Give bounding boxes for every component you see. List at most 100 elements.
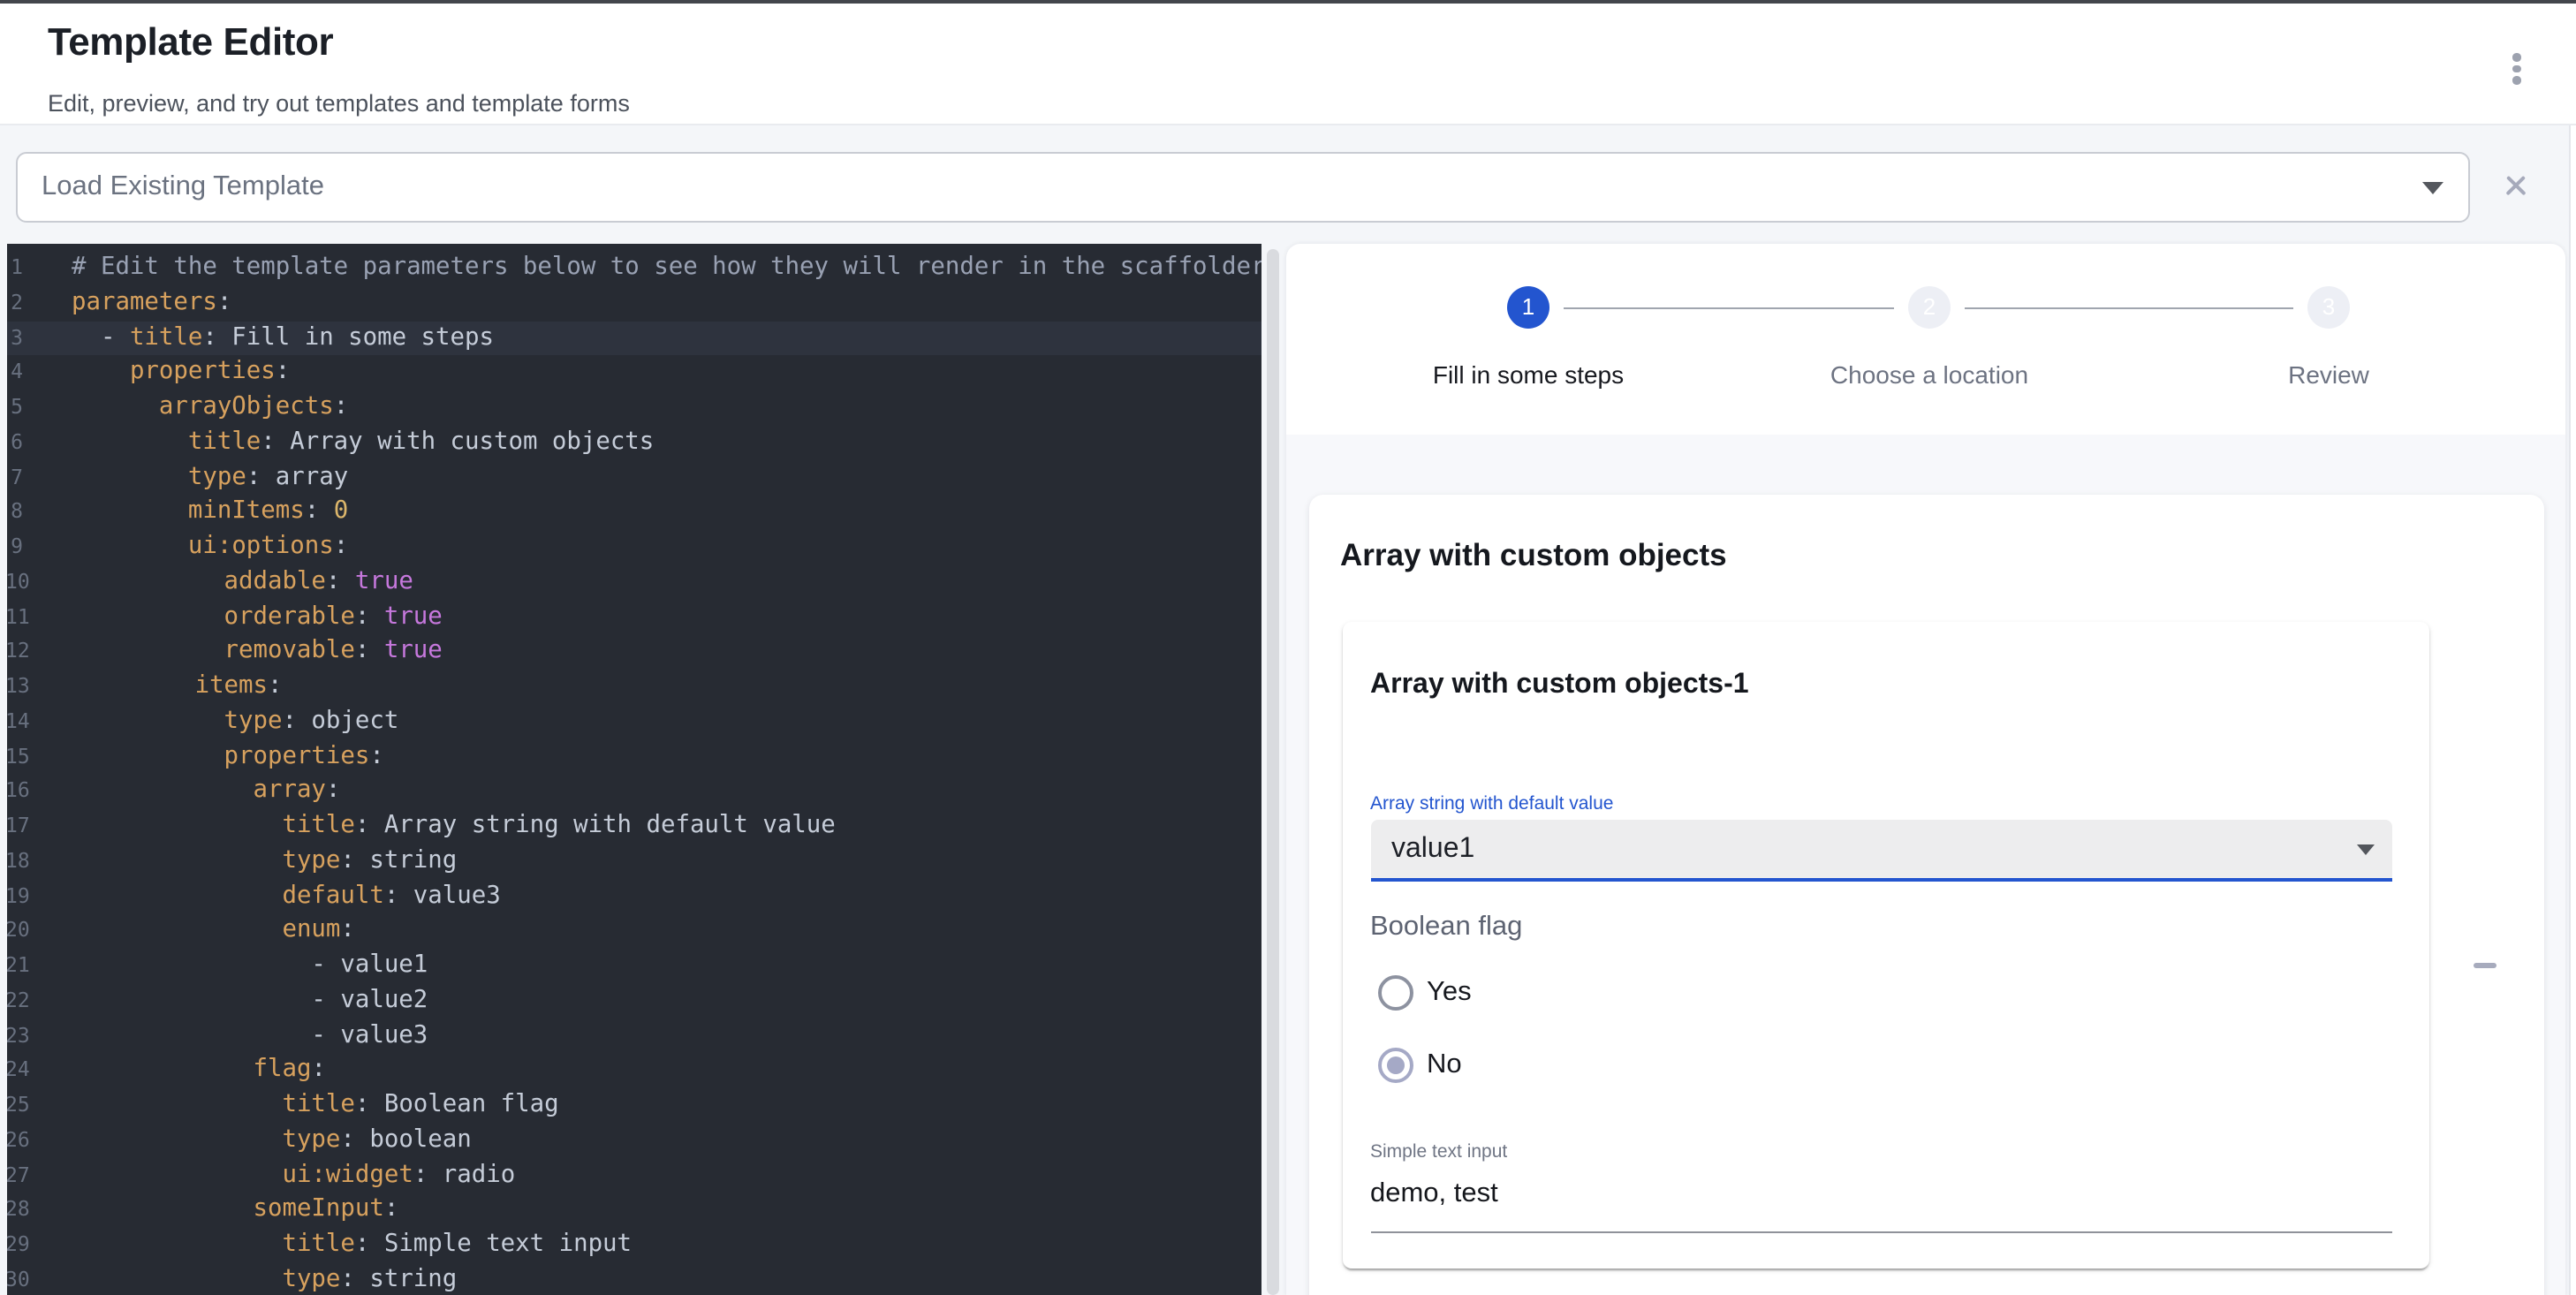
line-number: 16 (7, 775, 30, 810)
code-line: 8 minItems: 0 (7, 496, 1261, 531)
code-line: 10 addable: true (7, 565, 1261, 601)
line-number: 18 (7, 844, 30, 880)
code-line: 30 type: string (7, 1263, 1261, 1295)
line-number: 21 (7, 949, 30, 984)
line-number: 5 (7, 390, 23, 426)
text-input-field[interactable]: demo, test (1370, 1178, 1498, 1210)
line-number: 27 (7, 1158, 30, 1193)
line-number: 15 (7, 739, 30, 775)
code-line: 26 type: boolean (7, 1124, 1261, 1159)
code-line: 28 someInput: (7, 1193, 1261, 1229)
radio-label: Yes (1427, 977, 1472, 1009)
array-item-title: Array with custom objects-1 (1370, 670, 1749, 701)
array-section-title: Array with custom objects (1340, 536, 1727, 573)
code-line: 6 title: Array with custom objects (7, 426, 1261, 461)
radio-option-yes[interactable]: Yes (1377, 972, 1472, 1014)
step-circle: 1 (1507, 286, 1549, 329)
text-input-underline (1370, 1231, 2391, 1232)
template-editor-page: Template Editor Edit, preview, and try o… (0, 0, 2576, 1295)
load-template-placeholder: Load Existing Template (42, 153, 324, 220)
code-line: 21 - value1 (7, 949, 1261, 984)
code-line: 14 type: object (7, 705, 1261, 740)
step-circle: 2 (1908, 286, 1951, 329)
line-number: 17 (7, 809, 30, 844)
radio-option-no[interactable]: No (1377, 1044, 1462, 1087)
code-line: 27 ui:widget: radio (7, 1158, 1261, 1193)
stepper-step-3: 3 Review (2152, 286, 2505, 389)
form-section: Array with custom objects Array with cus… (1286, 435, 2565, 1295)
page-scrollbar[interactable] (2568, 0, 2576, 1295)
code-line: 4 properties: (7, 356, 1261, 391)
editor-scrollbar[interactable] (1267, 249, 1279, 1295)
page-header: Template Editor Edit, preview, and try o… (0, 4, 2576, 125)
step-circle: 3 (2307, 286, 2350, 329)
code-line: 9 ui:options: (7, 530, 1261, 565)
text-input-label: Simple text input (1370, 1141, 1507, 1162)
code-line: 18 type: string (7, 844, 1261, 880)
code-line: 15 properties: (7, 739, 1261, 775)
stepper: 1 Fill in some steps 2 Choose a location… (1286, 244, 2565, 435)
line-number: 10 (7, 565, 30, 601)
line-number: 12 (7, 635, 30, 670)
array-select-label: Array string with default value (1370, 792, 1613, 814)
line-number: 20 (7, 914, 30, 950)
code-line: 11 orderable: true (7, 600, 1261, 635)
kebab-menu-icon[interactable] (2491, 42, 2541, 95)
line-number: 28 (7, 1193, 30, 1229)
line-number: 26 (7, 1124, 30, 1159)
stepper-step-2: 2 Choose a location (1753, 286, 2106, 389)
code-line: 22 - value2 (7, 984, 1261, 1019)
code-line: 7 type: array (7, 460, 1261, 496)
code-line: 20 enum: (7, 914, 1261, 950)
code-line: 2parameters: (7, 286, 1261, 322)
radio-label: No (1427, 1049, 1462, 1081)
line-number: 19 (7, 879, 30, 914)
close-icon[interactable] (2498, 170, 2532, 203)
code-line: 5 arrayObjects: (7, 390, 1261, 426)
line-number: 11 (7, 600, 30, 635)
caret-down-icon (2421, 181, 2443, 193)
line-number: 13 (7, 670, 30, 705)
code-line: 3 - title: Fill in some steps (7, 321, 1261, 356)
line-number: 23 (7, 1019, 30, 1054)
radio-checked-icon (1377, 1048, 1413, 1083)
stepper-step-1: 1 Fill in some steps (1352, 286, 1705, 389)
step-label: Fill in some steps (1352, 360, 1705, 389)
window-top-strip (0, 0, 2576, 4)
code-line: 17 title: Array string with default valu… (7, 809, 1261, 844)
remove-item-button[interactable] (2455, 944, 2515, 987)
line-number: 6 (7, 426, 23, 461)
array-item-card: Array with custom objects-1 Array string… (1342, 622, 2429, 1268)
code-line: 29 title: Simple text input (7, 1228, 1261, 1263)
code-line: 23 - value3 (7, 1019, 1261, 1054)
step-card: Array with custom objects Array with cus… (1308, 494, 2544, 1295)
line-number: 22 (7, 984, 30, 1019)
page-title: Template Editor (48, 19, 333, 65)
minus-icon (2474, 964, 2496, 968)
line-number: 9 (7, 530, 23, 565)
line-number: 7 (7, 460, 23, 496)
radio-unchecked-icon (1377, 975, 1413, 1011)
code-line: 24 flag: (7, 1054, 1261, 1089)
code-editor[interactable]: 1# Edit the template parameters below to… (7, 244, 1261, 1295)
code-line: 25 title: Boolean flag (7, 1088, 1261, 1124)
code-line: 19 default: value3 (7, 879, 1261, 914)
line-number: 14 (7, 705, 30, 740)
load-template-select[interactable]: Load Existing Template (15, 151, 2469, 222)
line-number: 2 (7, 286, 23, 322)
array-select-field[interactable]: value1 (1370, 820, 2391, 882)
line-number: 24 (7, 1054, 30, 1089)
line-number: 25 (7, 1088, 30, 1124)
caret-down-icon (2356, 844, 2374, 855)
step-label: Review (2152, 360, 2505, 389)
code-line: 1# Edit the template parameters below to… (7, 251, 1261, 286)
line-number: 8 (7, 496, 23, 531)
line-number: 1 (7, 251, 23, 286)
step-label: Choose a location (1753, 360, 2106, 389)
preview-panel: 1 Fill in some steps 2 Choose a location… (1286, 244, 2565, 1295)
code-line: 12 removable: true (7, 635, 1261, 670)
line-number: 30 (7, 1263, 30, 1295)
page-subtitle: Edit, preview, and try out templates and… (48, 90, 630, 117)
line-number: 3 (7, 321, 23, 356)
code-line: 16 array: (7, 775, 1261, 810)
